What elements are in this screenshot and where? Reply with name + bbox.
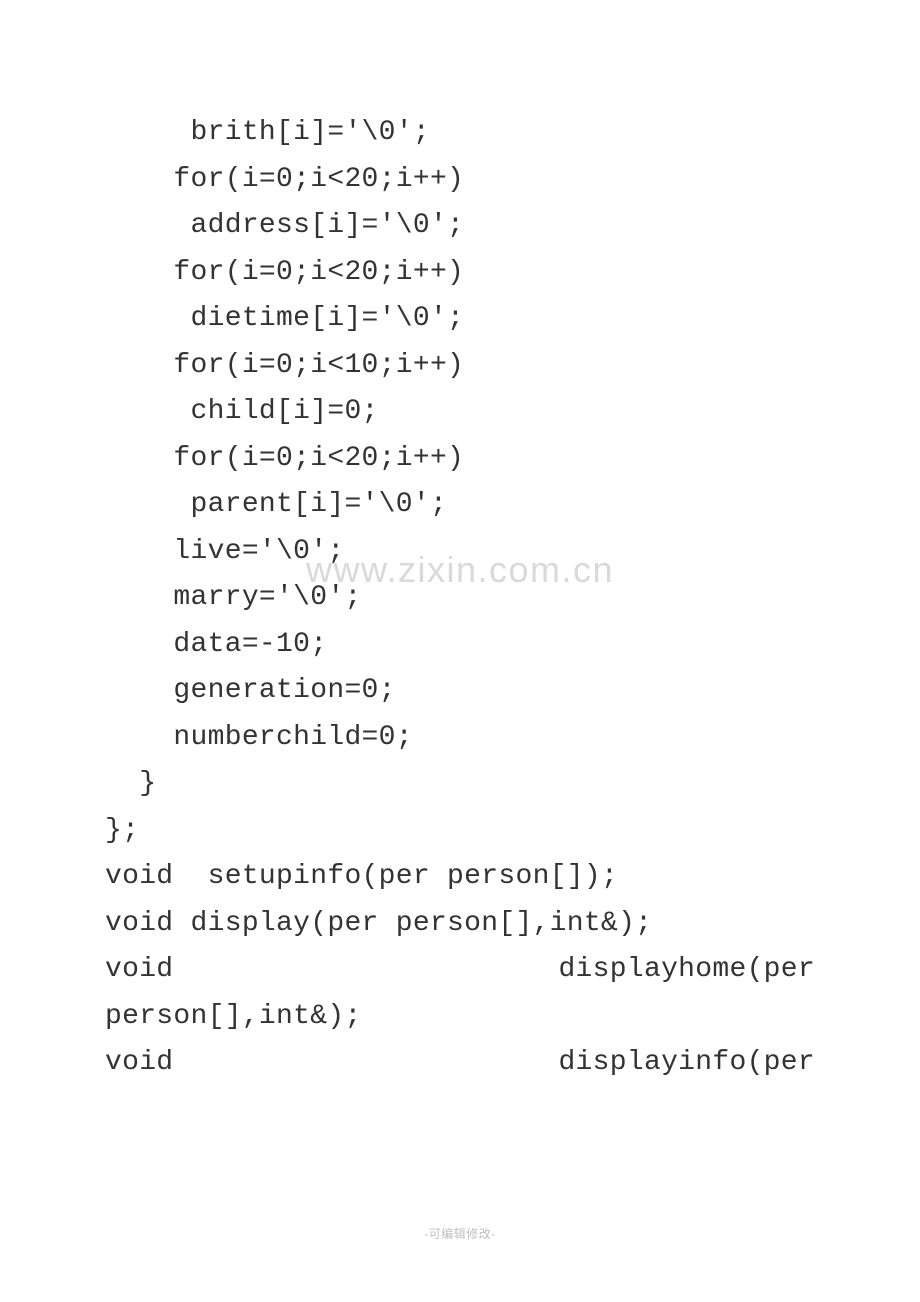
code-line: data=-10; xyxy=(105,622,815,669)
code-line: for(i=0;i<10;i++) xyxy=(105,343,815,390)
code-line: live='\0'; xyxy=(105,529,815,576)
code-line: numberchild=0; xyxy=(105,715,815,762)
code-line: marry='\0'; xyxy=(105,575,815,622)
code-line: for(i=0;i<20;i++) xyxy=(105,157,815,204)
code-line: generation=0; xyxy=(105,668,815,715)
code-left: void xyxy=(105,947,173,994)
code-line: }; xyxy=(105,808,815,855)
document-page: brith[i]='\0'; for(i=0;i<20;i++) address… xyxy=(0,0,920,1087)
code-line: void display(per person[],int&); xyxy=(105,901,815,948)
code-line: for(i=0;i<20;i++) xyxy=(105,436,815,483)
code-line: void setupinfo(per person[]); xyxy=(105,854,815,901)
code-left: void xyxy=(105,1040,173,1087)
code-line: } xyxy=(105,761,815,808)
code-line: child[i]=0; xyxy=(105,389,815,436)
code-line: dietime[i]='\0'; xyxy=(105,296,815,343)
footer-text: -可编辑修改- xyxy=(0,1225,920,1242)
code-right: displayhome(per xyxy=(558,947,815,994)
code-line: person[],int&); xyxy=(105,994,815,1041)
code-line: brith[i]='\0'; xyxy=(105,110,815,157)
code-right: displayinfo(per xyxy=(558,1040,815,1087)
code-line: parent[i]='\0'; xyxy=(105,482,815,529)
code-line: for(i=0;i<20;i++) xyxy=(105,250,815,297)
code-line: void displayhome(per xyxy=(105,947,815,994)
code-line: void displayinfo(per xyxy=(105,1040,815,1087)
code-line: address[i]='\0'; xyxy=(105,203,815,250)
